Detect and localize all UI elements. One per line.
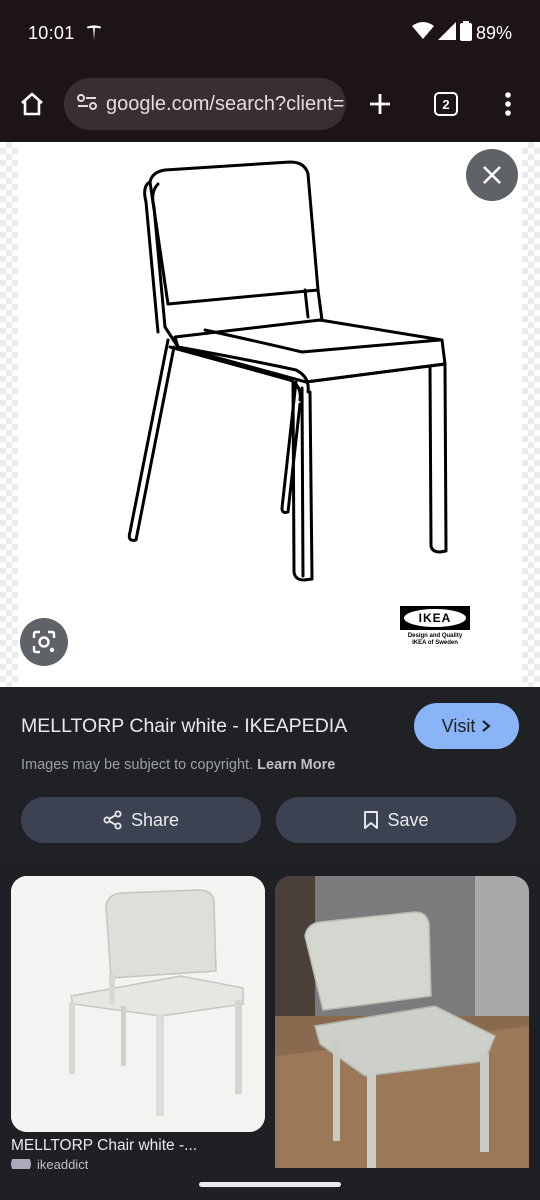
close-viewer-button[interactable] [466, 149, 518, 201]
status-bar: 10:01 89% [0, 0, 540, 66]
visit-label: Visit [441, 715, 476, 736]
save-label: Save [387, 809, 429, 830]
battery-percent: 89% [475, 22, 512, 43]
home-button[interactable] [0, 66, 64, 142]
bookmark-icon [364, 811, 379, 829]
copyright-notice: Images may be subject to copyright. Lear… [21, 757, 335, 773]
url-text: google.com/search?client= [106, 92, 345, 115]
result-title[interactable]: MELLTORP Chair white - IKEAPEDIA [21, 715, 347, 738]
close-icon [483, 166, 501, 184]
related-image-source: ikeaddict [11, 1159, 88, 1169]
related-images: MELLTORP Chair white -... ikeaddict [0, 862, 540, 1200]
browser-toolbar: google.com/search?client= 2 [0, 66, 540, 142]
share-label: Share [130, 809, 180, 830]
share-icon [103, 810, 122, 830]
related-image-card[interactable] [11, 876, 265, 1132]
gesture-navigation-bar[interactable] [199, 1182, 341, 1187]
room-chair-photo [275, 876, 529, 1168]
ikea-logo: IKEA Design and Quality IKEA of Sweden [400, 606, 476, 647]
learn-more-link[interactable]: Learn More [257, 757, 335, 773]
share-button[interactable]: Share [21, 797, 261, 843]
result-info-panel: MELLTORP Chair white - IKEAPEDIA Visit I… [0, 687, 540, 862]
ikea-logo-subtext: Design and Quality IKEA of Sweden [407, 633, 463, 646]
visit-button[interactable]: Visit [414, 703, 519, 749]
ikea-logo-text: IKEA [404, 609, 466, 627]
plus-icon [370, 94, 390, 114]
white-chair-photo [11, 876, 265, 1132]
related-image-title[interactable]: MELLTORP Chair white -... [11, 1137, 197, 1155]
save-button[interactable]: Save [276, 797, 516, 843]
more-vertical-icon [505, 92, 511, 116]
new-tab-button[interactable] [346, 66, 414, 142]
wifi-icon [411, 21, 434, 45]
status-icons: 89% [411, 20, 512, 46]
signal-icon [437, 21, 456, 45]
lens-icon [32, 630, 56, 654]
tab-count: 2 [434, 92, 458, 116]
google-lens-button[interactable] [20, 618, 68, 666]
tab-switcher-button[interactable]: 2 [414, 66, 478, 142]
related-image-card[interactable] [275, 876, 529, 1168]
copyright-text: Images may be subject to copyright. [21, 757, 254, 773]
battery-icon [459, 20, 472, 46]
tesla-icon [85, 24, 103, 42]
source-name: ikeaddict [37, 1159, 89, 1169]
url-bar[interactable]: google.com/search?client= [64, 78, 346, 130]
source-favicon [11, 1159, 31, 1169]
chevron-right-icon [482, 720, 492, 732]
image-viewer[interactable]: IKEA Design and Quality IKEA of Sweden [0, 142, 540, 687]
status-time: 10:01 [28, 22, 75, 43]
browser-menu-button[interactable] [478, 66, 538, 142]
site-settings-icon[interactable] [76, 91, 98, 118]
home-icon [21, 92, 43, 116]
